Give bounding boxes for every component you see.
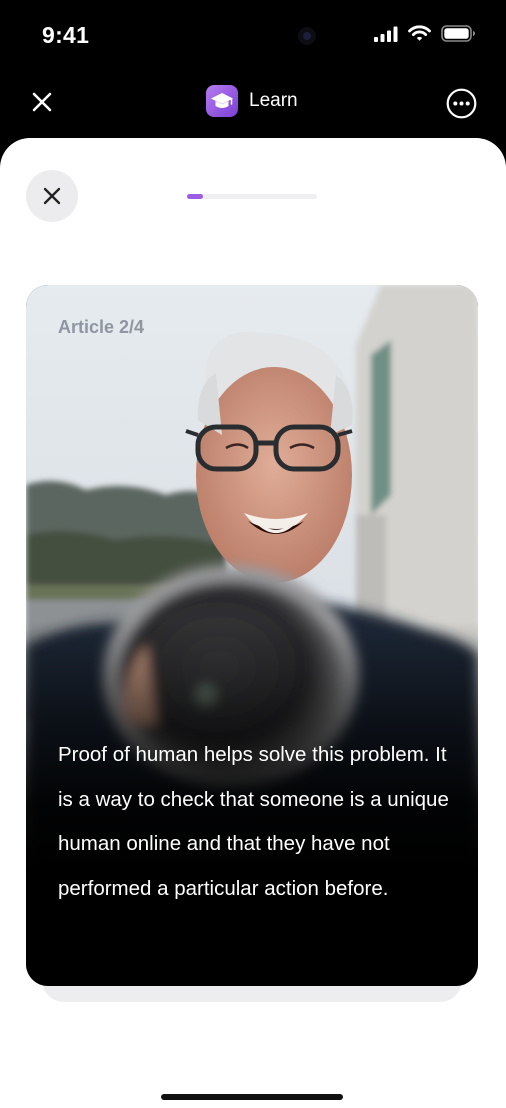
app-header: Learn — [0, 74, 506, 138]
close-lesson-button[interactable] — [26, 170, 78, 222]
article-counter: Article 2/4 — [58, 317, 145, 337]
status-time: 9:41 — [42, 22, 90, 48]
status-icons — [374, 25, 476, 47]
signal-icon — [374, 26, 398, 47]
more-options-button[interactable] — [446, 88, 477, 119]
close-icon — [32, 92, 52, 112]
lesson-progress-fill — [187, 194, 203, 199]
close-icon — [43, 187, 61, 205]
article-card[interactable]: Article 2/4 Proof of human helps solve t… — [26, 285, 478, 986]
app-title-group: Learn — [206, 85, 298, 117]
front-camera — [298, 27, 316, 45]
lesson-progress-bar — [187, 194, 317, 199]
article-text: Proof of human helps solve this problem.… — [58, 743, 449, 900]
more-options-icon — [446, 88, 477, 119]
close-app-button[interactable] — [28, 88, 56, 116]
wifi-icon — [408, 25, 431, 47]
learn-app-icon — [206, 85, 238, 117]
lesson-sheet: Article 2/4 Proof of human helps solve t… — [0, 138, 506, 1108]
home-indicator[interactable] — [161, 1094, 343, 1100]
battery-icon — [441, 25, 476, 47]
status-bar: 9:41 — [0, 0, 506, 74]
app-title: Learn — [249, 90, 298, 111]
